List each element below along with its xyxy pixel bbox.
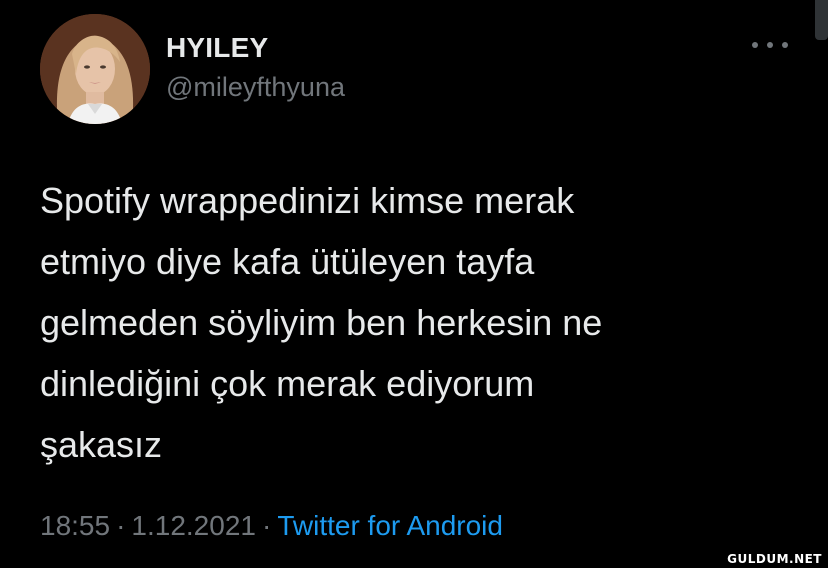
avatar-photo-icon bbox=[40, 14, 150, 124]
watermark: GULDUM.NET bbox=[727, 552, 822, 566]
meta-separator: · bbox=[116, 510, 126, 541]
tweet-text-line: şakasız bbox=[40, 424, 163, 465]
tweet-text-line: Spotify wrappedinizi kimse merak bbox=[40, 180, 575, 221]
tweet-text-line: dinlediğini çok merak ediyorum bbox=[40, 363, 535, 404]
more-options-icon-dot bbox=[782, 42, 788, 48]
avatar[interactable] bbox=[40, 14, 150, 124]
tweet-text-line: etmiyo diye kafa ütüleyen tayfa bbox=[40, 241, 535, 282]
more-options-button[interactable] bbox=[752, 30, 788, 60]
tweet-text-line: gelmeden söyliyim ben herkesin ne bbox=[40, 302, 603, 343]
tweet-metadata: 18:55 · 1.12.2021 · Twitter for Android bbox=[40, 510, 503, 542]
more-options-icon bbox=[752, 42, 758, 48]
more-options-icon-dot bbox=[767, 42, 773, 48]
tweet-text: Spotify wrappedinizi kimse merak etmiyo … bbox=[40, 170, 780, 475]
user-handle[interactable]: @mileyfthyuna bbox=[166, 72, 345, 103]
scrollbar[interactable] bbox=[815, 0, 828, 40]
tweet-time[interactable]: 18:55 bbox=[40, 510, 110, 541]
tweet-date[interactable]: 1.12.2021 bbox=[131, 510, 256, 541]
tweet-card: HYILEY @mileyfthyuna Spotify wrappediniz… bbox=[0, 0, 828, 568]
display-name[interactable]: HYILEY bbox=[166, 32, 268, 64]
tweet-source-link[interactable]: Twitter for Android bbox=[277, 510, 503, 541]
meta-separator: · bbox=[261, 510, 272, 541]
